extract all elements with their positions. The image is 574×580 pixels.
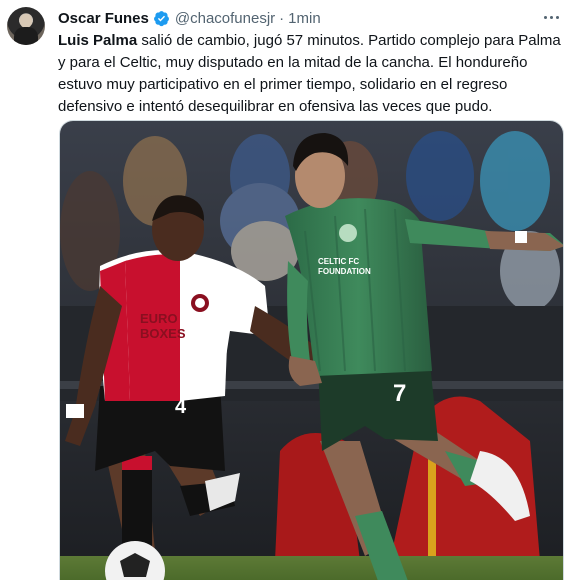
author-handle[interactable]: @chacofunesjr: [175, 10, 275, 27]
match-photo: 4 EURO BOXES 7 CELTIC FC FOUNDATION: [60, 121, 563, 580]
celtic-crest: [339, 224, 357, 242]
avatar-suit: [14, 27, 38, 45]
left-shirt-sponsor-2: BOXES: [140, 326, 186, 341]
tweet-photo[interactable]: 4 EURO BOXES 7 CELTIC FC FOUNDATION: [59, 120, 564, 580]
right-shirt-sponsor-2: FOUNDATION: [318, 267, 371, 276]
mentioned-player-name: Luis Palma: [58, 32, 138, 49]
verified-badge-icon: [153, 10, 169, 26]
tweet-timestamp[interactable]: 1min: [288, 10, 321, 27]
more-options-icon[interactable]: [540, 6, 562, 28]
avatar-face: [20, 14, 32, 28]
author-name[interactable]: Oscar Funes: [58, 10, 149, 27]
right-shorts-number: 7: [393, 380, 406, 407]
tweet-text: Luis Palma salió de cambio, jugó 57 minu…: [58, 30, 566, 118]
tweet-header: Oscar Funes @chacofunesjr · 1min: [58, 8, 321, 28]
left-shirt-sponsor-1: EURO: [140, 311, 178, 326]
right-shirt-sponsor-1: CELTIC FC: [318, 257, 359, 266]
header-separator: ·: [279, 9, 285, 27]
author-avatar[interactable]: [7, 7, 45, 45]
